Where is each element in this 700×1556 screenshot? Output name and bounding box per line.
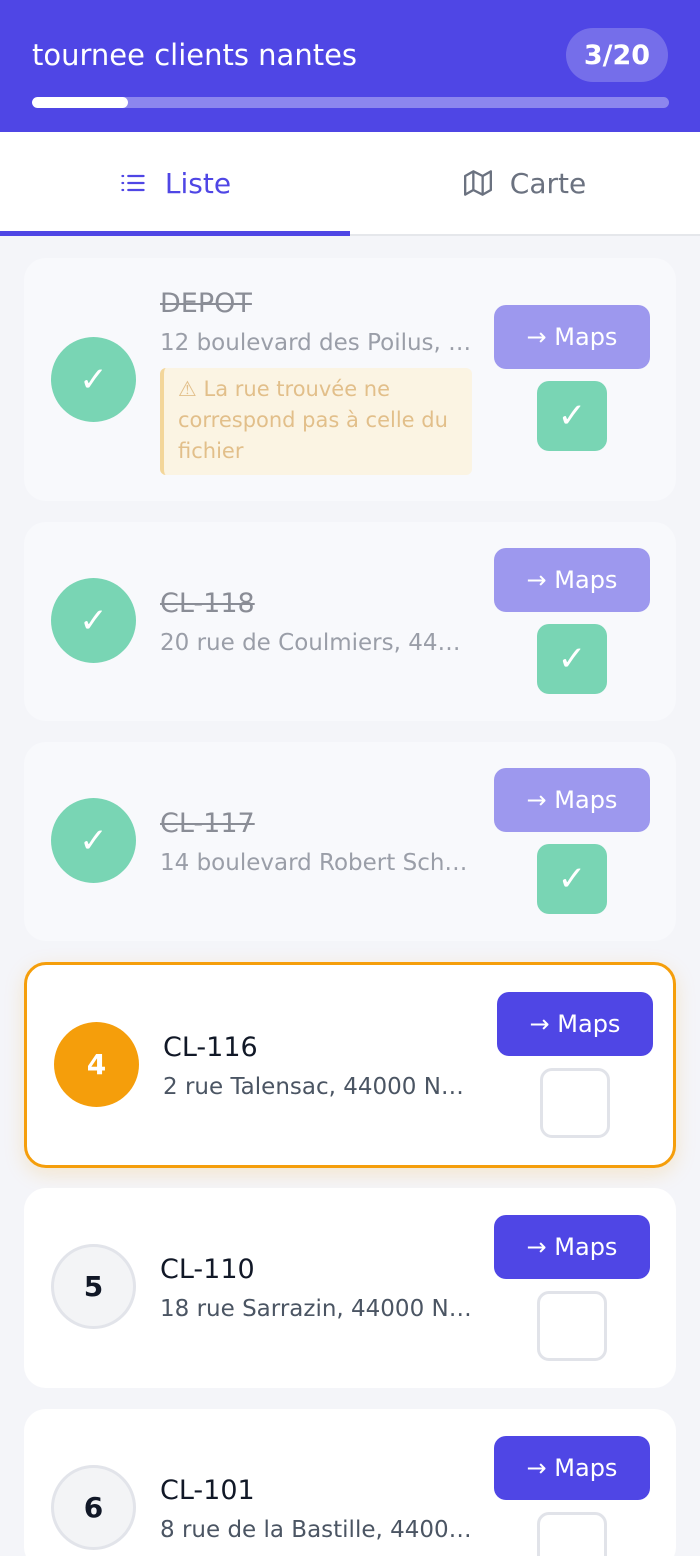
stop-done-marker: ✓	[51, 337, 136, 422]
stop-card: ✓ DEPOT 12 boulevard des Poilus, 4... ⚠ …	[24, 258, 676, 501]
list-icon	[121, 174, 145, 192]
stop-done-checkbox[interactable]: ✓	[537, 624, 607, 694]
current-stop-card: 4 CL-116 2 rue Talensac, 44000 Na... → M…	[24, 962, 676, 1168]
stop-address: 20 rue de Coulmiers, 4400...	[160, 630, 472, 656]
view-tabs: Liste Carte	[0, 132, 700, 236]
stop-info: CL-116 2 rue Talensac, 44000 Na...	[163, 1030, 475, 1104]
stop-name: CL-118	[160, 588, 255, 619]
progress-bar-fill	[32, 97, 128, 108]
open-maps-button[interactable]: → Maps	[494, 305, 650, 369]
stop-number-marker: 4	[54, 1022, 139, 1107]
stop-address: 18 rue Sarrazin, 44000 Na...	[160, 1296, 472, 1322]
stop-info: DEPOT 12 boulevard des Poilus, 4... ⚠ La…	[160, 286, 472, 475]
stop-done-checkbox[interactable]: ✓	[537, 381, 607, 451]
stop-number-marker: 6	[51, 1465, 136, 1550]
map-icon	[463, 170, 492, 196]
stop-address: 12 boulevard des Poilus, 4...	[160, 330, 472, 356]
stop-address: 2 rue Talensac, 44000 Na...	[163, 1074, 475, 1100]
stop-info: CL-117 14 boulevard Robert Schu...	[160, 806, 472, 880]
stop-name: CL-101	[160, 1475, 255, 1506]
open-maps-button[interactable]: → Maps	[494, 1436, 650, 1500]
stop-name: CL-116	[163, 1032, 258, 1063]
stop-number-marker: 5	[51, 1244, 136, 1329]
stop-done-checkbox[interactable]	[537, 1291, 607, 1361]
stop-card: ✓ CL-117 14 boulevard Robert Schu... → M…	[24, 742, 676, 941]
stop-address: 14 boulevard Robert Schu...	[160, 850, 472, 876]
open-maps-button[interactable]: → Maps	[494, 768, 650, 832]
address-warning: ⚠ La rue trouvée ne correspond pas à cel…	[160, 368, 472, 475]
progress-counter-badge: 3/20	[566, 28, 668, 82]
open-maps-button[interactable]: → Maps	[497, 992, 653, 1056]
stop-done-checkbox[interactable]: ✓	[537, 844, 607, 914]
tour-title: tournee clients nantes	[32, 38, 358, 72]
stop-name: CL-110	[160, 1254, 255, 1285]
stop-name: DEPOT	[160, 288, 252, 319]
open-maps-button[interactable]: → Maps	[494, 548, 650, 612]
tab-carte-label: Carte	[509, 166, 587, 200]
stop-done-marker: ✓	[51, 578, 136, 663]
stop-info: CL-110 18 rue Sarrazin, 44000 Na...	[160, 1252, 472, 1326]
tab-liste[interactable]: Liste	[0, 132, 350, 236]
tab-carte[interactable]: Carte	[350, 132, 700, 234]
stop-done-checkbox[interactable]	[537, 1512, 607, 1556]
stop-card: 5 CL-110 18 rue Sarrazin, 44000 Na... → …	[24, 1188, 676, 1388]
app-header: tournee clients nantes 3/20	[0, 0, 700, 132]
stop-done-marker: ✓	[51, 798, 136, 883]
open-maps-button[interactable]: → Maps	[494, 1215, 650, 1279]
stop-info: CL-118 20 rue de Coulmiers, 4400...	[160, 586, 472, 660]
stop-info: CL-101 8 rue de la Bastille, 44000 ...	[160, 1473, 472, 1547]
tab-liste-label: Liste	[164, 166, 232, 200]
stop-card: ✓ CL-118 20 rue de Coulmiers, 4400... → …	[24, 522, 676, 721]
stop-address: 8 rue de la Bastille, 44000 ...	[160, 1517, 472, 1543]
stop-name: CL-117	[160, 808, 255, 839]
stop-done-checkbox[interactable]	[540, 1068, 610, 1138]
stop-card: 6 CL-101 8 rue de la Bastille, 44000 ...…	[24, 1409, 676, 1556]
progress-bar	[32, 97, 669, 108]
